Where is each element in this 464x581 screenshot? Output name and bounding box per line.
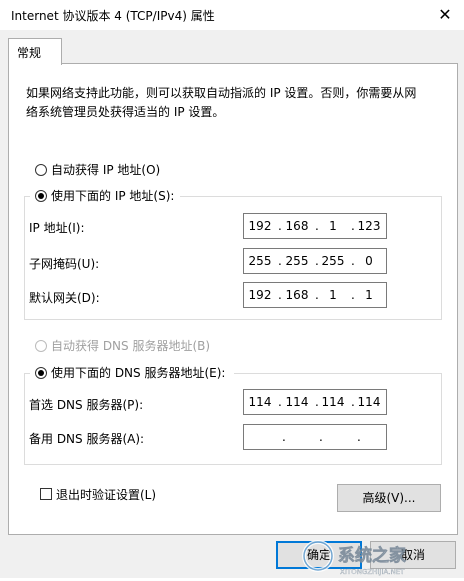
ip-manual-label[interactable]: 使用下面的 IP 地址(S): bbox=[51, 187, 174, 204]
window-title: Internet 协议版本 4 (TCP/IPv4) 属性 bbox=[11, 9, 215, 23]
alternate-dns-label: 备用 DNS 服务器(A): bbox=[29, 432, 145, 446]
dns-manual-radio[interactable] bbox=[35, 367, 47, 379]
ip-address-field[interactable]: 192 . 168 . 1 . 123 bbox=[243, 213, 387, 239]
advanced-button[interactable]: 高级(V)... bbox=[337, 484, 441, 512]
validate-label[interactable]: 退出时验证设置(L) bbox=[56, 486, 156, 503]
close-button[interactable]: ✕ bbox=[426, 0, 464, 30]
dns-auto-label[interactable]: 自动获得 DNS 服务器地址(B) bbox=[51, 337, 210, 354]
validate-checkbox[interactable] bbox=[40, 488, 52, 500]
preferred-dns-field[interactable]: 114 . 114 . 114 . 114 bbox=[243, 389, 387, 415]
ip-manual-radio[interactable] bbox=[35, 190, 47, 202]
subnet-mask-label: 子网掩码(U): bbox=[29, 257, 100, 271]
preferred-dns-label: 首选 DNS 服务器(P): bbox=[29, 398, 144, 412]
ip-auto-label[interactable]: 自动获得 IP 地址(O) bbox=[51, 161, 160, 178]
close-icon: ✕ bbox=[438, 5, 452, 24]
watermark: 系统之家 XITONGZHIJIA.NET bbox=[300, 534, 464, 578]
svg-text:系统之家: 系统之家 bbox=[338, 545, 406, 566]
tab-general-label: 常规 bbox=[17, 46, 42, 60]
dns-manual-label[interactable]: 使用下面的 DNS 服务器地址(E): bbox=[51, 364, 225, 381]
default-gateway-label: 默认网关(D): bbox=[29, 291, 100, 305]
description-text: 如果网络支持此功能，则可以获取自动指派的 IP 设置。否则，你需要从网 络系统管… bbox=[26, 84, 446, 122]
watermark-logo-icon: 系统之家 XITONGZHIJIA.NET bbox=[302, 540, 406, 576]
ip-auto-radio[interactable] bbox=[35, 164, 47, 176]
description-line-1: 如果网络支持此功能，则可以获取自动指派的 IP 设置。否则，你需要从网 bbox=[26, 86, 417, 100]
svg-text:XITONGZHIJIA.NET: XITONGZHIJIA.NET bbox=[340, 568, 405, 576]
ip-address-label: IP 地址(I): bbox=[29, 221, 85, 235]
tab-general[interactable]: 常规 bbox=[8, 38, 62, 65]
title-bar: Internet 协议版本 4 (TCP/IPv4) 属性 ✕ bbox=[0, 0, 464, 31]
description-line-2: 络系统管理员处获得适当的 IP 设置。 bbox=[26, 105, 225, 119]
dns-manual-group bbox=[24, 373, 442, 465]
alternate-dns-field[interactable]: . . . bbox=[243, 424, 387, 450]
subnet-mask-field[interactable]: 255 . 255 . 255 . 0 bbox=[243, 248, 387, 274]
dns-auto-radio[interactable] bbox=[35, 340, 47, 352]
default-gateway-field[interactable]: 192 . 168 . 1 . 1 bbox=[243, 282, 387, 308]
